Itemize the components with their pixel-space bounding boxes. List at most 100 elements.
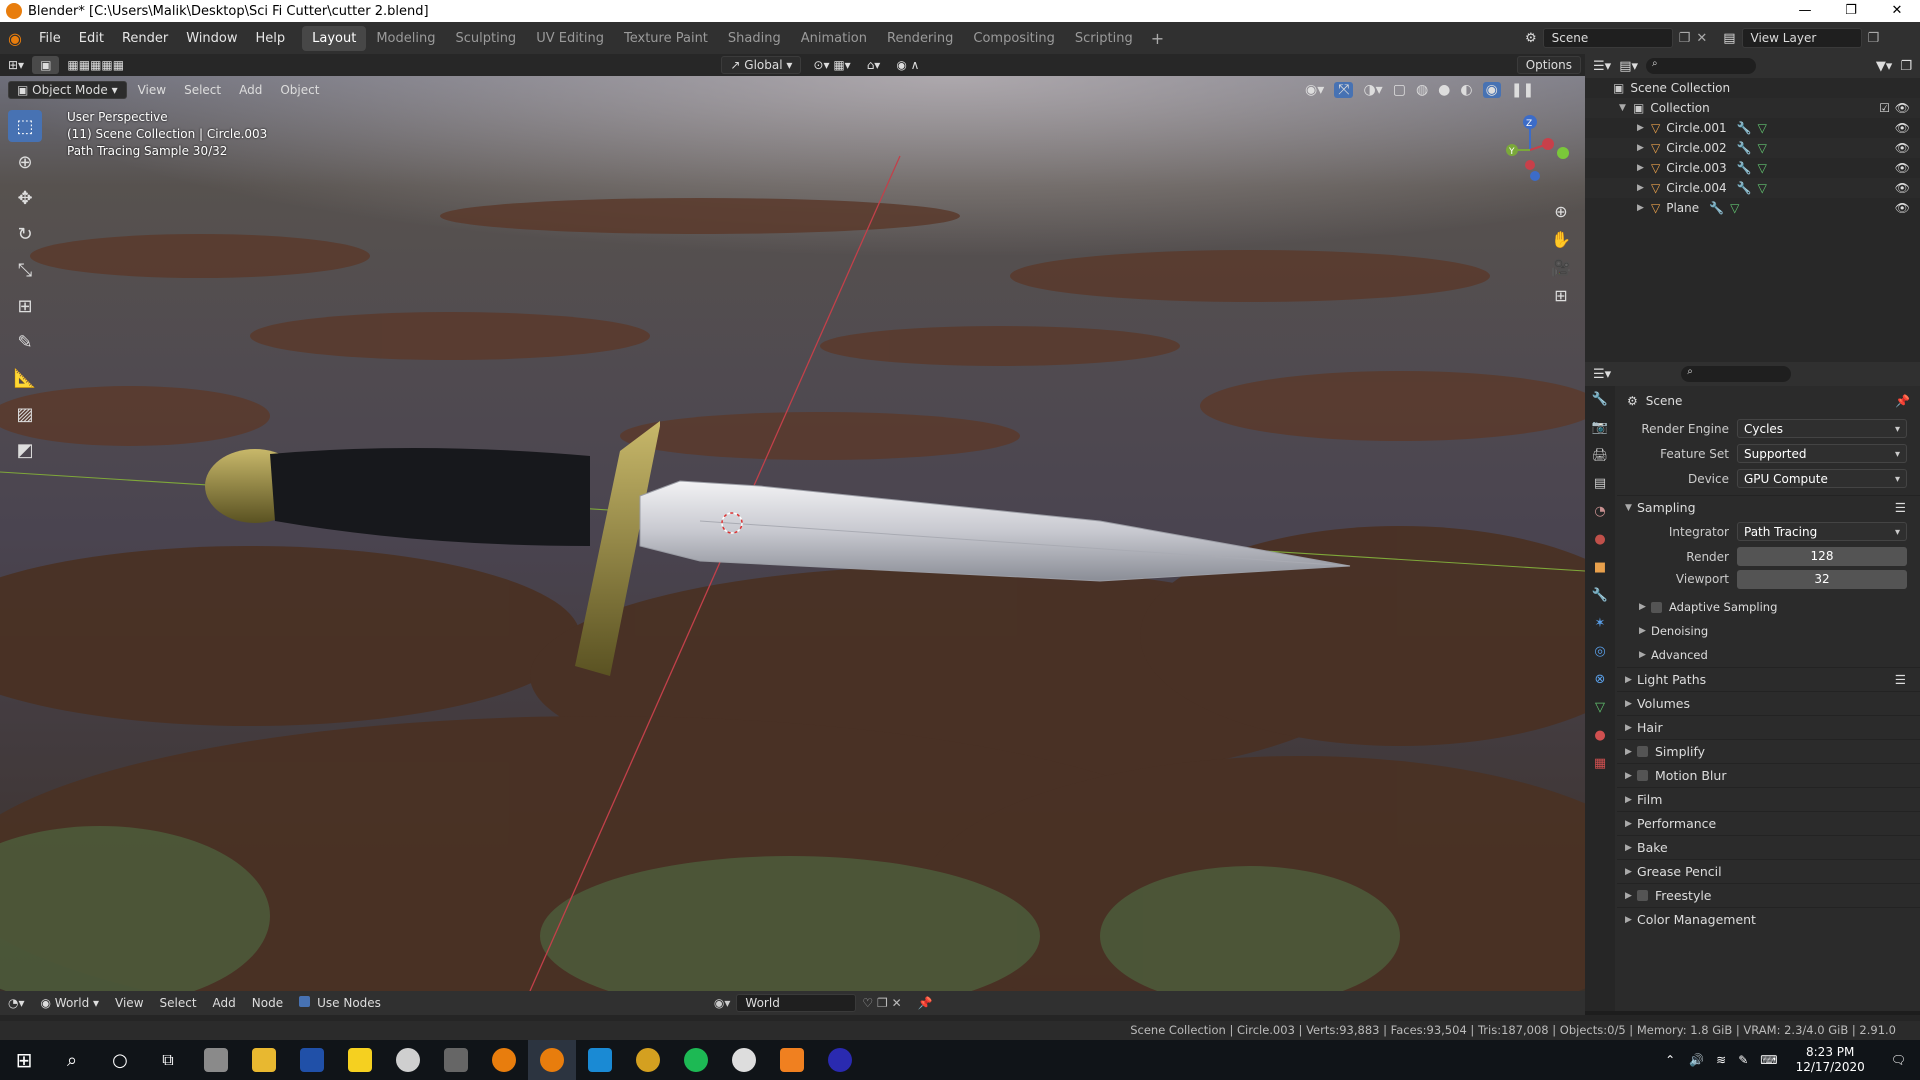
scene-selector[interactable]: Scene (1542, 28, 1673, 48)
transform-orientation-dropdown[interactable]: ↗ Global ▾ (721, 56, 802, 74)
workspace-tab-texture-paint[interactable]: Texture Paint (614, 26, 718, 51)
subsection-advanced[interactable]: ▶ Advanced (1617, 643, 1920, 667)
restore-icon[interactable]: ❐ (1828, 0, 1874, 22)
outliner-object-row[interactable]: ▶ ▽ Circle.004 🔧 ▽ 👁 (1585, 178, 1920, 198)
view-menu[interactable]: View (131, 82, 173, 98)
material-shading-icon[interactable]: ◐ (1460, 82, 1472, 98)
app-icon-12[interactable] (720, 1040, 768, 1080)
rendered-shading-icon[interactable]: ◉ (1482, 82, 1501, 98)
expand-icon[interactable]: ▶ (1637, 143, 1651, 153)
solid-shading-icon[interactable]: ● (1438, 82, 1450, 98)
cursor-tool-icon[interactable]: ⊕ (8, 146, 42, 178)
menu-window[interactable]: Window (177, 31, 246, 46)
expand-icon[interactable]: ▶ (1637, 183, 1651, 193)
physics-tab-icon[interactable]: ◎ (1585, 638, 1615, 666)
extra-tool-icon[interactable]: ◩ (8, 434, 42, 466)
object-mode-dropdown[interactable]: ▣ Object Mode ▾ (8, 81, 127, 99)
integrator-dropdown[interactable]: Path Tracing ▾ (1737, 522, 1907, 541)
section-grease-pencil[interactable]: ▶ Grease Pencil (1617, 859, 1920, 883)
section-volumes[interactable]: ▶ Volumes (1617, 691, 1920, 715)
section-freestyle[interactable]: ▶ Freestyle (1617, 883, 1920, 907)
node-menu[interactable]: Node (244, 996, 291, 1010)
device-dropdown[interactable]: GPU Compute ▾ (1737, 469, 1907, 488)
scene-close-icon[interactable]: ✕ (1696, 31, 1707, 46)
select-menu[interactable]: Select (177, 82, 228, 98)
object-menu[interactable]: Object (273, 82, 326, 98)
node-view-menu[interactable]: View (107, 996, 151, 1010)
vlc-icon[interactable] (768, 1040, 816, 1080)
windows-start-icon[interactable]: ⊞ (0, 1040, 48, 1080)
use-nodes-checkbox[interactable]: Use Nodes (291, 996, 389, 1010)
scene-collection-row[interactable]: ▣ Scene Collection (1585, 78, 1920, 98)
menu-edit[interactable]: Edit (70, 31, 113, 46)
workspace-tab-shading[interactable]: Shading (718, 26, 791, 51)
constraints-tab-icon[interactable]: ⊗ (1585, 666, 1615, 694)
node-select-menu[interactable]: Select (152, 996, 205, 1010)
collapse-icon[interactable]: ▼ (1619, 103, 1633, 113)
app-icon-1[interactable] (192, 1040, 240, 1080)
section-performance[interactable]: ▶ Performance (1617, 811, 1920, 835)
app-icon-9[interactable] (576, 1040, 624, 1080)
workspace-tab-layout[interactable]: Layout (302, 25, 367, 51)
pen-icon[interactable]: ✎ (1732, 1053, 1754, 1067)
select-box-icons[interactable]: ▦▦▦▦▦ (59, 56, 132, 74)
add-workspace-icon[interactable]: + (1143, 29, 1172, 48)
material-tab-icon[interactable]: ● (1585, 722, 1615, 750)
network-icon[interactable]: ≋ (1710, 1053, 1732, 1067)
spotify-icon[interactable] (672, 1040, 720, 1080)
task-view-icon[interactable]: ⧉ (144, 1040, 192, 1080)
rotate-tool-icon[interactable]: ↻ (8, 218, 42, 250)
section-bake[interactable]: ▶ Bake (1617, 835, 1920, 859)
expand-icon[interactable]: ▶ (1637, 163, 1651, 173)
expand-icon[interactable]: ▶ (1637, 203, 1651, 213)
outliner-object-row[interactable]: ▶ ▽ Circle.003 🔧 ▽ 👁 (1585, 158, 1920, 178)
pause-render-icon[interactable]: ❚❚ (1511, 82, 1534, 98)
options-dropdown[interactable]: Options (1516, 56, 1582, 74)
select-tool-icon[interactable]: ⬚ (8, 110, 42, 142)
output-tab-icon[interactable]: 🖨 (1585, 442, 1615, 470)
menu-render[interactable]: Render (113, 31, 177, 46)
sticky-notes-icon[interactable] (336, 1040, 384, 1080)
close-icon[interactable]: ✕ (1874, 0, 1920, 22)
shader-editor-type-icon[interactable]: ◔▾ (0, 996, 33, 1010)
annotate-tool-icon[interactable]: ✎ (8, 326, 42, 358)
display-mode-icon[interactable]: ▤▾ (1619, 59, 1638, 74)
tool-tab-icon[interactable]: 🔧 (1585, 386, 1615, 414)
render-samples-field[interactable]: 128 (1737, 547, 1907, 566)
wireframe-shading-icon[interactable]: ◍ (1416, 82, 1428, 98)
section-film[interactable]: ▶ Film (1617, 787, 1920, 811)
new-collection-icon[interactable]: ❐ (1900, 59, 1912, 74)
section-motion-blur[interactable]: ▶ Motion Blur (1617, 763, 1920, 787)
modifier-tab-icon[interactable]: 🔧 (1585, 582, 1615, 610)
list-icon[interactable]: ☰ (1895, 500, 1906, 515)
tray-chevron-icon[interactable]: ⌃ (1657, 1053, 1683, 1067)
subsection-adaptive-sampling[interactable]: ▶ Adaptive Sampling (1617, 595, 1920, 619)
fake-user-icon[interactable]: ♡ ❐ ✕ (862, 996, 901, 1010)
eye-icon[interactable]: 👁 (1895, 101, 1910, 115)
pin-icon[interactable]: 📌 (1895, 394, 1910, 408)
workspace-tab-uv-editing[interactable]: UV Editing (526, 26, 614, 51)
eye-icon[interactable]: 👁 (1895, 181, 1910, 195)
cortana-icon[interactable]: ○ (96, 1040, 144, 1080)
world-tab-icon[interactable]: ● (1585, 526, 1615, 554)
outliner-search-input[interactable]: ⌕ (1646, 58, 1756, 74)
section-color-management[interactable]: ▶ Color Management (1617, 907, 1920, 931)
collection-checkbox[interactable]: ☑ (1879, 101, 1890, 115)
blender-menu-icon[interactable]: ◉ (0, 29, 30, 48)
xray-icon[interactable]: ▢ (1393, 82, 1406, 98)
chrome-icon[interactable] (624, 1040, 672, 1080)
subsection-denoising[interactable]: ▶ Denoising (1617, 619, 1920, 643)
menu-help[interactable]: Help (247, 31, 295, 46)
world-type-dropdown[interactable]: ◉ World ▾ (33, 996, 108, 1010)
section-hair[interactable]: ▶ Hair (1617, 715, 1920, 739)
scene-new-icon[interactable]: ❐ (1679, 31, 1691, 46)
3d-viewport[interactable] (0, 76, 1585, 991)
measure-tool-icon[interactable]: 📐 (8, 362, 42, 394)
view-layer-tab-icon[interactable]: ▤ (1585, 470, 1615, 498)
snap-icon[interactable]: ⌂▾ (859, 56, 889, 74)
blender-icon-1[interactable] (480, 1040, 528, 1080)
section-light-paths[interactable]: ▶ Light Paths ☰ (1617, 667, 1920, 691)
navigation-gizmo[interactable]: Z Y (1490, 110, 1570, 190)
adaptive-sampling-checkbox[interactable] (1651, 601, 1662, 613)
select-mode-icon[interactable]: ▣ (32, 56, 60, 74)
